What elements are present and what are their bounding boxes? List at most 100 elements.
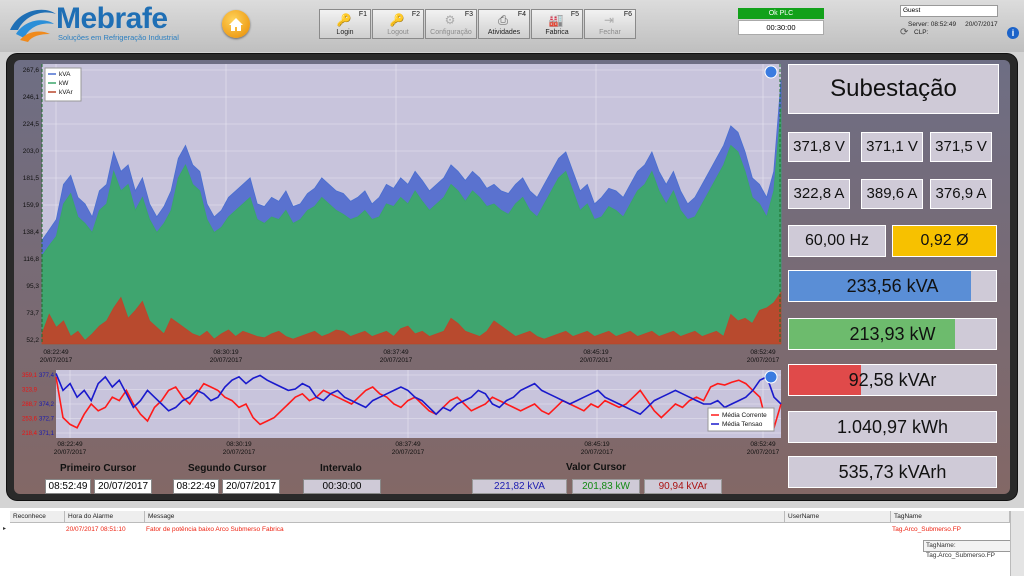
legend-label: kVAr [59, 89, 73, 96]
y-tick-right-label: 374,2 [39, 402, 55, 408]
x-tick-time: 08:30:19 [213, 349, 239, 356]
first-cursor-date[interactable]: 20/07/2017 [94, 479, 152, 494]
x-tick-time: 08:45:19 [584, 441, 610, 448]
power-factor-value: 0,92 Ø [892, 225, 997, 257]
second-cursor-date[interactable]: 20/07/2017 [222, 479, 280, 494]
current-phase-3: 376,9 A [930, 179, 992, 209]
x-tick-date: 20/07/2017 [54, 449, 87, 456]
cursor-kva-value: 221,82 kVA [472, 479, 567, 494]
cursor-kvar-value: 90,94 kVAr [644, 479, 722, 494]
server-label: Server: [908, 21, 929, 28]
x-tick-date: 20/07/2017 [580, 357, 613, 364]
server-time: 08:52:49 [930, 21, 957, 28]
y-tick-label: 267,6 [23, 67, 40, 74]
y-tick-left-label: 323,9 [22, 388, 38, 394]
x-tick-time: 08:37:49 [383, 349, 409, 356]
alarm-time: 20/07/2017 08:51:10 [66, 526, 126, 533]
first-cursor-time[interactable]: 08:52:49 [45, 479, 91, 494]
voltage-phase-3: 371,5 V [930, 132, 992, 162]
y-tick-label: 73,7 [26, 310, 39, 317]
user-field: Guest [900, 5, 998, 17]
sub-chart-home-icon[interactable] [764, 370, 778, 384]
x-tick-time: 08:52:49 [750, 441, 776, 448]
legend-label: kW [59, 80, 69, 87]
y-tick-label: 95,3 [26, 283, 39, 290]
x-tick-time: 08:22:49 [57, 441, 83, 448]
main-chart-x-ticks: 08:22:4920/07/201708:30:1920/07/201708:3… [40, 349, 780, 364]
y-tick-label: 52,2 [26, 337, 39, 344]
y-tick-right-label: 372,7 [39, 417, 55, 423]
interval-value: 00:30:00 [303, 479, 381, 494]
y-tick-right-label: 371,1 [39, 431, 55, 437]
kw-bar-label: 213,93 kW [849, 324, 936, 344]
x-tick-date: 20/07/2017 [223, 449, 256, 456]
col-header-reconhece[interactable]: Reconhece [10, 511, 65, 523]
second-cursor-label: Segundo Cursor [188, 463, 267, 474]
alarm-tag: Tag.Arco_Submerso.FP [892, 526, 962, 533]
server-time-line: Server: 08:52:49 20/07/2017 [908, 21, 998, 28]
x-tick-date: 20/07/2017 [210, 357, 243, 364]
server-date: 20/07/2017 [965, 21, 998, 28]
col-header-tagname[interactable]: TagName [891, 511, 1010, 523]
y-tick-label: 246,1 [23, 94, 40, 101]
legend-label: Média Tensao [722, 421, 763, 428]
y-tick-label: 116,8 [23, 256, 39, 263]
col-header-username[interactable]: UserName [785, 511, 891, 523]
y-tick-label: 159,9 [23, 202, 40, 209]
chart-home-icon[interactable] [764, 65, 778, 79]
kva-bar: 233,56 kVA [788, 270, 997, 302]
cursor-value-label: Valor Cursor [566, 462, 627, 473]
kva-bar-label: 233,56 kVA [846, 276, 939, 296]
x-tick-date: 20/07/2017 [747, 357, 780, 364]
alarm-message: Fator de potência baixo Arco Submerso Fa… [146, 526, 284, 533]
legend-label: kVA [59, 71, 71, 78]
x-tick-date: 20/07/2017 [40, 357, 73, 364]
col-header-message[interactable]: Message [145, 511, 785, 523]
y-tick-label: 203,0 [23, 148, 40, 155]
kvar-bar-label: 92,58 kVAr [848, 370, 937, 390]
x-tick-time: 08:22:49 [43, 349, 69, 356]
x-tick-date: 20/07/2017 [392, 449, 425, 456]
sub-chart-y-ticks: 359,1 377,4 323,9 288,7 374,2 253,6 372,7 218,4… [22, 373, 55, 437]
y-tick-left-label: 359,1 [22, 373, 38, 379]
station-title: Subestação [788, 64, 999, 114]
info-icon[interactable]: i [1007, 27, 1019, 39]
y-tick-left-label: 218,4 [22, 431, 38, 437]
clp-label: CLP: [914, 29, 929, 36]
table-row[interactable]: 20/07/2017 08:51:10 Fator de potência ba… [10, 523, 1010, 535]
frequency-value: 60,00 Hz [788, 225, 886, 257]
cursor-kw-value: 201,83 kW [572, 479, 640, 494]
sub-chart-x-ticks: 08:22:4920/07/201708:30:1920/07/201708:3… [54, 441, 780, 456]
legend-label: Média Corrente [722, 412, 767, 419]
x-tick-time: 08:52:49 [750, 349, 776, 356]
kw-bar: 213,93 kW [788, 318, 997, 350]
table-scrollbar[interactable] [1010, 511, 1024, 576]
x-tick-date: 20/07/2017 [581, 449, 614, 456]
interval-label: Intervalo [320, 463, 362, 474]
x-tick-date: 20/07/2017 [380, 357, 413, 364]
first-cursor-label: Primeiro Cursor [60, 463, 137, 474]
charts-svg: 267,6 246,1 224,5 203,0 181,5 159,9 138,4 116,8… [22, 64, 782, 456]
kwh-value: 1.040,97 kWh [788, 411, 997, 443]
y-tick-label: 138,4 [23, 229, 40, 236]
y-tick-right-label: 377,4 [39, 373, 55, 379]
y-tick-label: 224,5 [23, 121, 40, 128]
x-tick-time: 08:30:19 [226, 441, 252, 448]
kvar-bar: 92,58 kVAr [788, 364, 997, 396]
y-tick-label: 181,5 [23, 175, 40, 182]
x-tick-time: 08:37:49 [395, 441, 421, 448]
voltage-phase-2: 371,1 V [861, 132, 923, 162]
y-tick-left-label: 288,7 [22, 402, 38, 408]
second-cursor-time[interactable]: 08:22:49 [173, 479, 219, 494]
tagname-tooltip: TagName: Tag.Arco_Submerso.FP [923, 540, 1022, 559]
x-tick-date: 20/07/2017 [747, 449, 780, 456]
main-chart-y-ticks: 267,6 246,1 224,5 203,0 181,5 159,9 138,4 116,8… [23, 67, 40, 344]
current-phase-2: 389,6 A [861, 179, 923, 209]
col-header-hora[interactable]: Hora do Alarme [65, 511, 145, 523]
current-phase-1: 322,8 A [788, 179, 850, 209]
voltage-phase-1: 371,8 V [788, 132, 850, 162]
y-tick-left-label: 253,6 [22, 417, 38, 423]
kvarh-value: 535,73 kVArh [788, 456, 997, 488]
x-tick-time: 08:45:19 [583, 349, 609, 356]
refresh-icon[interactable]: ⟳ [900, 27, 908, 38]
